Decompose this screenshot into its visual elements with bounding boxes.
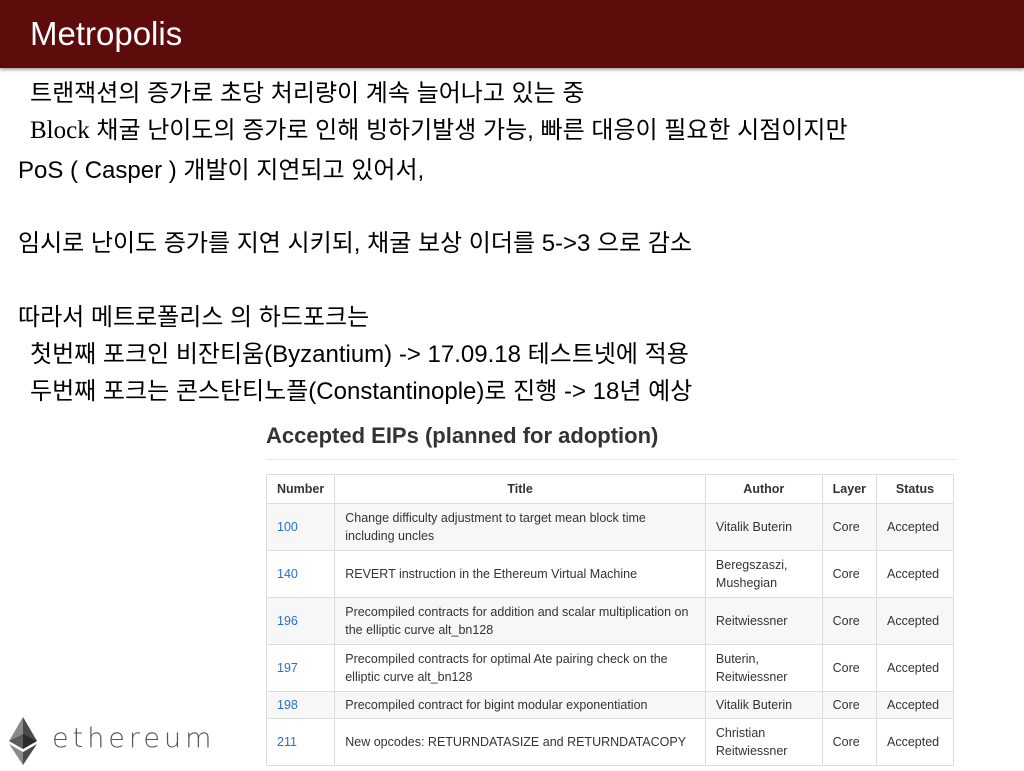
eip-number-link[interactable]: 100 [265, 503, 336, 551]
bullet-line-6: 첫번째 포크인 비잔티움(Byzantium) -> 17.09.18 테스트넷… [30, 341, 689, 368]
table-row: 198 Precompiled contract for bigint modu… [265, 691, 954, 719]
eip-heading: Accepted EIPs (planned for adoption) [266, 423, 956, 460]
ethereum-diamond-icon [9, 717, 37, 765]
eip-table: Number Title Author Layer Status 100 Cha… [265, 474, 954, 766]
table-row: 100 Change difficulty adjustment to targ… [265, 503, 954, 551]
eip-title: REVERT instruction in the Ethereum Virtu… [334, 550, 706, 598]
eip-layer: Core [821, 597, 878, 645]
ethereum-logo: ethereum [6, 716, 211, 766]
ethereum-wordmark: ethereum [52, 723, 216, 754]
title-bar: Metropolis [0, 0, 1024, 68]
table-header-row: Number Title Author Layer Status [265, 474, 954, 504]
eip-status: Accepted [876, 644, 954, 692]
eip-status: Accepted [876, 718, 954, 766]
eip-number-link[interactable]: 140 [265, 550, 336, 598]
column-header-number[interactable]: Number [265, 474, 336, 504]
bullet-line-2-text: 채굴 난이도의 증가로 인해 빙하기발생 가능, 빠른 대응이 필요한 시점이지… [96, 117, 848, 144]
column-header-status[interactable]: Status [876, 474, 954, 504]
eip-status: Accepted [876, 550, 954, 598]
table-row: 140 REVERT instruction in the Ethereum V… [265, 550, 954, 598]
table-row: 197 Precompiled contracts for optimal At… [265, 644, 954, 692]
bullet-line-5: 따라서 메트로폴리스 의 하드포크는 [18, 304, 370, 331]
eip-status: Accepted [876, 691, 954, 719]
eip-status: Accepted [876, 503, 954, 551]
eip-number-link[interactable]: 196 [265, 597, 336, 645]
bullet-line-3: PoS ( Casper ) 개발이 지연되고 있어서, [18, 157, 425, 184]
eip-number-link[interactable]: 211 [265, 718, 336, 766]
eip-title: New opcodes: RETURNDATASIZE and RETURNDA… [334, 718, 706, 766]
slide-title: Metropolis [30, 15, 183, 52]
eip-author: Buterin, Reitwiessner [704, 644, 823, 692]
eip-layer: Core [821, 503, 878, 551]
eip-title: Change difficulty adjustment to target m… [334, 503, 706, 551]
eip-author: Beregszaszi, Mushegian [704, 550, 823, 598]
eip-layer: Core [821, 644, 878, 692]
eip-author: Vitalik Buterin [704, 691, 823, 719]
column-header-title[interactable]: Title [334, 474, 706, 504]
column-header-layer[interactable]: Layer [821, 474, 878, 504]
column-header-author[interactable]: Author [704, 474, 823, 504]
eip-layer: Core [821, 691, 878, 719]
table-row: 211 New opcodes: RETURNDATASIZE and RETU… [265, 718, 954, 766]
eip-layer: Core [821, 718, 878, 766]
eip-title: Precompiled contracts for optimal Ate pa… [334, 644, 706, 692]
bullet-line-4: 임시로 난이도 증가를 지연 시키되, 채굴 보상 이더를 5->3 으로 감소 [18, 230, 693, 257]
table-row: 196 Precompiled contracts for addition a… [265, 597, 954, 645]
bullet-line-7: 두번째 포크는 콘스탄티노플(Constantinople)로 진행 -> 18… [30, 378, 693, 405]
bullet-line-1: 트랜잭션의 증가로 초당 처리량이 계속 늘어나고 있는 중 [30, 80, 585, 107]
eip-author: Vitalik Buterin [704, 503, 823, 551]
eip-number-link[interactable]: 197 [265, 644, 336, 692]
eip-title: Precompiled contracts for addition and s… [334, 597, 706, 645]
eip-title: Precompiled contract for bigint modular … [334, 691, 706, 719]
eip-status: Accepted [876, 597, 954, 645]
bullet-line-2-prefix: Block [30, 117, 90, 144]
eip-layer: Core [821, 550, 878, 598]
eip-author: Reitwiessner [704, 597, 823, 645]
bullet-line-2: Block 채굴 난이도의 증가로 인해 빙하기발생 가능, 빠른 대응이 필요… [30, 113, 848, 149]
eip-author: Christian Reitwiessner [704, 718, 823, 766]
eip-number-link[interactable]: 198 [265, 691, 336, 719]
